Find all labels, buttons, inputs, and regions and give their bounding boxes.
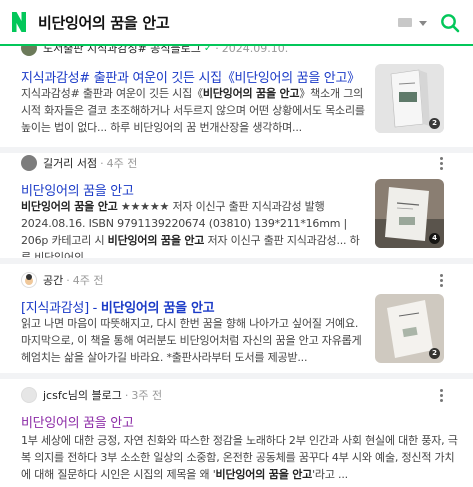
image-count-badge: 2 (429, 348, 440, 359)
avatar (21, 155, 37, 171)
search-input[interactable]: 비단잉어의 꿈을 안고 (38, 12, 170, 33)
search-icon (441, 14, 460, 33)
search-bar: 비단잉어의 꿈을 안고 (0, 0, 473, 46)
image-count-badge: 4 (429, 233, 440, 244)
chevron-down-icon[interactable] (419, 21, 427, 26)
avatar (21, 272, 37, 288)
source-line[interactable]: 길거리 서점 · 4주 전 (21, 155, 137, 171)
result-title[interactable]: 비단잉어의 꿈을 안고 (21, 412, 134, 431)
more-options-icon[interactable] (440, 389, 444, 403)
search-button[interactable] (440, 13, 460, 33)
more-options-icon[interactable] (440, 274, 444, 288)
source-line[interactable]: 공간 · 4주 전 (21, 272, 104, 288)
result-thumbnail[interactable]: 2 (375, 64, 444, 133)
avatar (21, 387, 37, 403)
post-date: 3주 전 (131, 389, 163, 402)
post-date: 4주 전 (72, 274, 104, 287)
result-title[interactable]: 비단잉어의 꿈을 안고 (21, 180, 134, 199)
list-item: 공간 · 4주 전 [지식과감성] - 비단잉어의 꿈을 안고 읽고 나면 마음… (0, 264, 473, 374)
result-thumbnail[interactable]: 2 (375, 294, 444, 363)
result-description[interactable]: 1부 세상에 대한 긍정, 자연 친화와 따스한 정감을 노래하다 2부 인간과… (21, 432, 461, 483)
result-title[interactable]: 지식과감성# 출판과 여운이 깃든 시집《비단잉어의 꿈을 안고》 (21, 67, 360, 86)
result-description[interactable]: 비단잉어의 꿈을 안고 ★★★★★ 저자 이신구 출판 지식과감성 발행 202… (21, 198, 369, 266)
list-item: 길거리 서점 · 4주 전 비단잉어의 꿈을 안고 비단잉어의 꿈을 안고 ★★… (0, 153, 473, 266)
post-date: 4주 전 (106, 157, 138, 170)
source-name: jcsfc님의 블로그 (43, 389, 122, 402)
result-thumbnail[interactable]: 4 (375, 179, 444, 248)
source-name: 길거리 서점 (43, 157, 98, 170)
more-options-icon[interactable] (440, 157, 444, 171)
keyboard-icon[interactable] (398, 18, 412, 27)
source-line[interactable]: jcsfc님의 블로그 · 3주 전 (21, 387, 162, 403)
result-description[interactable]: 지식과감성# 출판과 여운이 깃든 시집《비단잉어의 꿈을 안고》책소개 그의 … (21, 85, 369, 136)
result-title[interactable]: [지식과감성] - 비단잉어의 꿈을 안고 (21, 297, 215, 316)
source-name: 공간 (43, 274, 64, 287)
result-description[interactable]: 읽고 나면 마음이 따뜻해지고, 다시 한번 꿈을 향해 나아가고 싶어질 거예… (21, 315, 369, 366)
naver-logo-icon[interactable] (12, 12, 26, 32)
list-item: jcsfc님의 블로그 · 3주 전 비단잉어의 꿈을 안고 1부 세상에 대한… (0, 379, 473, 487)
list-item: 도서출판 지식과감성# 공식블로그 ✓ · 2024.09.10. 지식과감성#… (0, 40, 473, 151)
image-count-badge: 2 (429, 118, 440, 129)
